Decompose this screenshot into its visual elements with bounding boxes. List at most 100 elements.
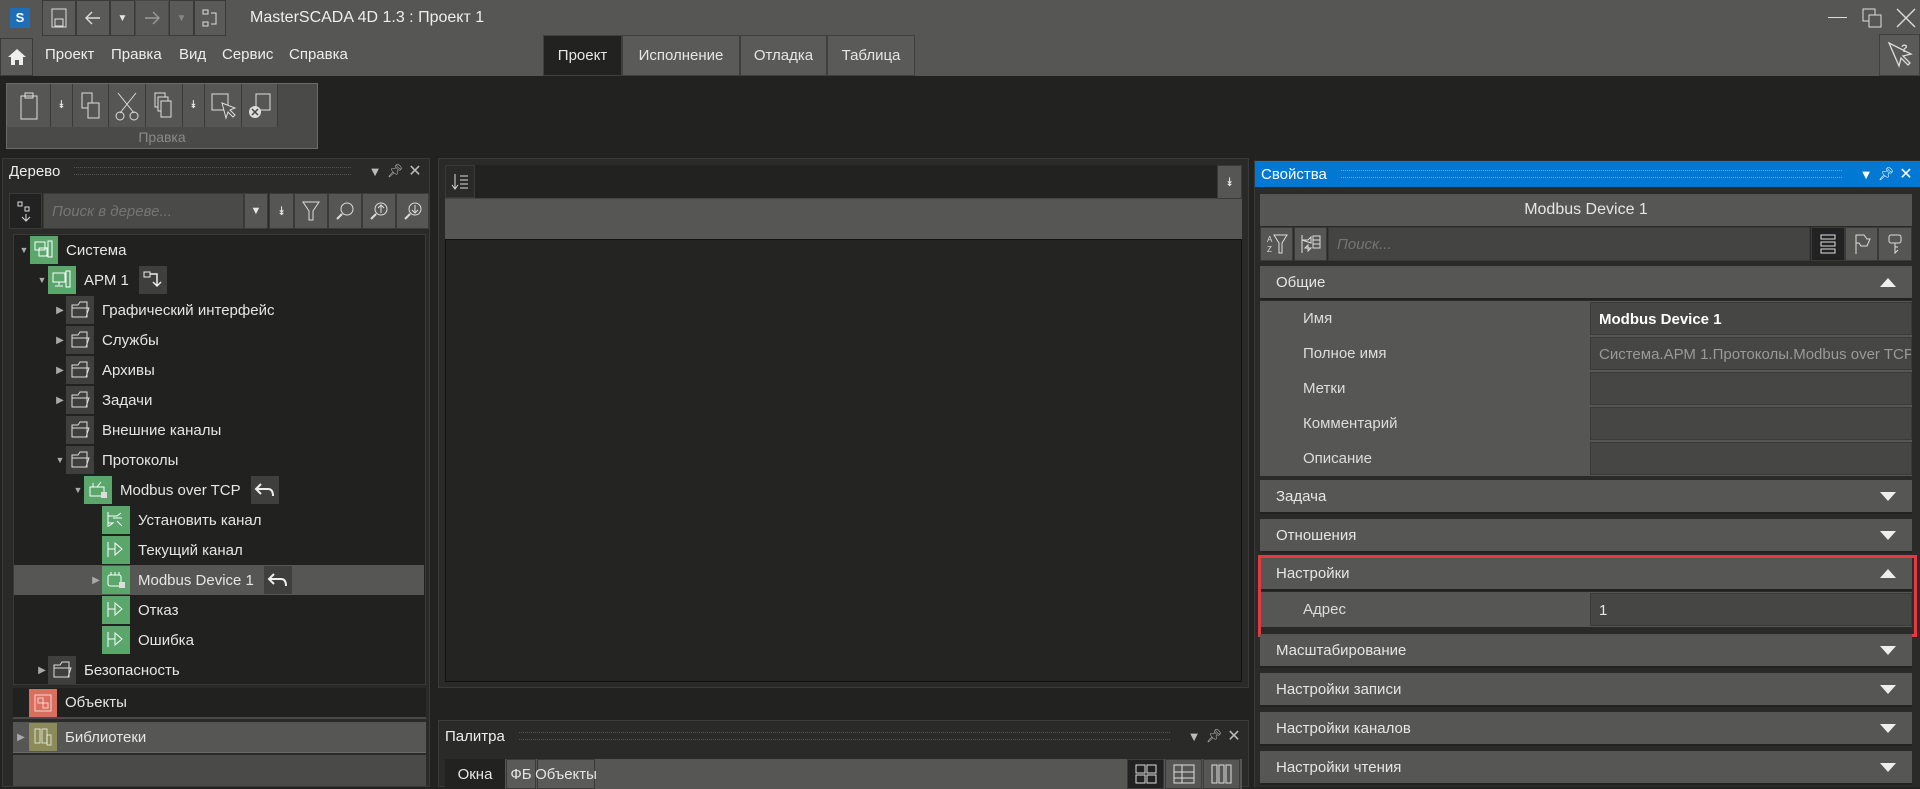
tree-item[interactable]: Ошибка (14, 625, 424, 655)
category-task[interactable]: Задача (1260, 480, 1912, 514)
tab-table[interactable]: Таблица (827, 35, 915, 76)
palette-tab-objects[interactable]: Объекты (535, 759, 597, 789)
tree-item[interactable]: Установить канал (14, 505, 424, 535)
copy-icon[interactable] (146, 84, 183, 127)
tree-item[interactable]: ▶ Задачи (14, 385, 424, 415)
collapse-arrow-icon[interactable]: ▼ (72, 485, 84, 495)
collapse-arrow-icon[interactable]: ▼ (18, 245, 30, 255)
tree-item[interactable]: ▶ Графический интерфейс (14, 295, 424, 325)
search-up-icon[interactable] (362, 193, 396, 229)
expand-arrow-icon[interactable]: ▶ (90, 575, 102, 586)
tree-item-objects[interactable]: Объекты (13, 688, 426, 719)
tree-item[interactable]: ▶ Безопасность (14, 655, 424, 685)
menu-view[interactable]: Вид (179, 46, 206, 63)
panel-menu-icon[interactable]: ▼ (365, 164, 385, 179)
sort-az-filter-icon[interactable]: AZ (1260, 227, 1293, 261)
tree-item[interactable]: ▶ Архивы (14, 355, 424, 385)
tree-item[interactable]: ▼ Modbus over TCP (14, 475, 424, 505)
tree-search-input[interactable] (43, 193, 244, 229)
tab-project[interactable]: Проект (543, 35, 622, 76)
key-icon[interactable] (1878, 227, 1912, 261)
context-help-button[interactable]: ? (1879, 34, 1920, 76)
tree-item-libraries[interactable]: ▶ Библиотеки (13, 722, 426, 753)
return-icon[interactable] (263, 566, 292, 594)
expand-arrow-icon[interactable]: ▶ (54, 365, 66, 376)
delete-icon[interactable] (242, 84, 278, 127)
restore-button[interactable] (1862, 8, 1882, 28)
minimize-button[interactable] (1828, 17, 1847, 18)
column-view-icon[interactable] (1203, 759, 1240, 789)
category-relations[interactable]: Отношения (1260, 519, 1912, 553)
search-icon[interactable] (328, 193, 362, 229)
home-button[interactable] (0, 38, 33, 76)
grid-view-icon[interactable] (1127, 759, 1164, 789)
expand-arrow-icon[interactable]: ▶ (54, 395, 66, 406)
select-icon[interactable] (205, 84, 242, 127)
tree-item[interactable]: Внешние каналы (14, 415, 424, 445)
name-field[interactable]: Modbus Device 1 (1590, 302, 1912, 335)
description-field[interactable] (1590, 442, 1912, 475)
category-channel-settings[interactable]: Настройки каналов (1260, 712, 1912, 746)
category-scaling[interactable]: Масштабирование (1260, 634, 1912, 668)
filter-icon[interactable] (294, 193, 328, 229)
pin-icon[interactable]: 📌︎ (1204, 728, 1224, 744)
category-read-settings[interactable]: Настройки чтения (1260, 751, 1912, 785)
paste-icon[interactable] (7, 84, 51, 127)
menu-project[interactable]: Проект (45, 46, 94, 63)
comment-field[interactable] (1590, 407, 1912, 440)
properties-search-input[interactable] (1328, 227, 1810, 261)
expand-arrow-icon[interactable]: ▶ (54, 335, 66, 346)
close-icon[interactable]: ✕ (405, 161, 425, 181)
tags-field[interactable] (1590, 372, 1912, 405)
collapse-arrow-icon[interactable]: ▼ (36, 275, 48, 285)
panel-menu-icon[interactable]: ▼ (1184, 729, 1204, 744)
undo-icon[interactable] (76, 0, 110, 36)
tab-debug[interactable]: Отладка (740, 35, 827, 76)
cut-icon[interactable] (109, 84, 146, 127)
undo-dropdown-icon[interactable]: ▼ (110, 0, 135, 36)
menu-help[interactable]: Справка (289, 46, 348, 63)
panel-menu-icon[interactable]: ▼ (1856, 167, 1876, 182)
pin-icon[interactable]: 📌︎ (1876, 166, 1896, 182)
expand-arrow-icon[interactable]: ▶ (54, 305, 66, 316)
tab-runtime[interactable]: Исполнение (622, 35, 740, 76)
paste-dropdown-icon[interactable]: ⯯ (51, 84, 73, 127)
flag-icon[interactable] (1845, 227, 1878, 261)
tree-item[interactable]: ▶ Modbus Device 1 (14, 565, 424, 595)
tree-item[interactable]: Отказ (14, 595, 424, 625)
tree-item[interactable]: ▼ АРМ 1 (14, 265, 424, 295)
copy-page-icon[interactable] (73, 84, 109, 127)
tree-item[interactable]: ▼ Система (14, 235, 424, 265)
redo-icon[interactable] (135, 0, 169, 36)
group-icon[interactable] (1294, 227, 1327, 261)
swap-icon[interactable] (194, 0, 226, 36)
pin-icon[interactable]: 📌︎ (385, 163, 405, 179)
return-icon[interactable] (250, 476, 279, 504)
close-button[interactable] (1896, 8, 1916, 28)
expand-arrow-icon[interactable]: ▶ (15, 732, 27, 743)
tree-item[interactable]: ▶ Службы (14, 325, 424, 355)
expand-arrow-icon[interactable]: ▶ (36, 665, 48, 676)
tree-item[interactable]: ▼ Протоколы (14, 445, 424, 475)
options-dropdown-icon[interactable]: ⯯ (1217, 165, 1242, 199)
run-to-icon[interactable] (138, 266, 167, 294)
palette-tab-windows[interactable]: Окна (445, 759, 505, 789)
redo-dropdown-icon[interactable]: ▼ (169, 0, 194, 36)
sort-icon[interactable] (445, 165, 475, 198)
menu-service[interactable]: Сервис (222, 46, 273, 63)
search-down-icon[interactable] (396, 193, 429, 229)
copy-dropdown-icon[interactable]: ⯯ (183, 84, 205, 127)
table-view-icon[interactable] (1165, 759, 1202, 789)
close-icon[interactable]: ✕ (1896, 164, 1916, 184)
tree-item[interactable]: Текущий канал (14, 535, 424, 565)
full-name-field[interactable]: Система.АРМ 1.Протоколы.Modbus over TCP.… (1590, 337, 1912, 370)
menu-edit[interactable]: Правка (111, 46, 162, 63)
tree-structure-icon[interactable] (9, 193, 42, 229)
search-dropdown-icon[interactable]: ▼ (244, 193, 268, 229)
category-general[interactable]: Общие (1260, 266, 1912, 300)
list-view-icon[interactable] (1811, 227, 1845, 261)
palette-tab-fb[interactable]: ФБ (506, 759, 536, 789)
close-icon[interactable]: ✕ (1224, 726, 1244, 746)
category-write-settings[interactable]: Настройки записи (1260, 673, 1912, 707)
collapse-arrow-icon[interactable]: ▼ (54, 455, 66, 465)
